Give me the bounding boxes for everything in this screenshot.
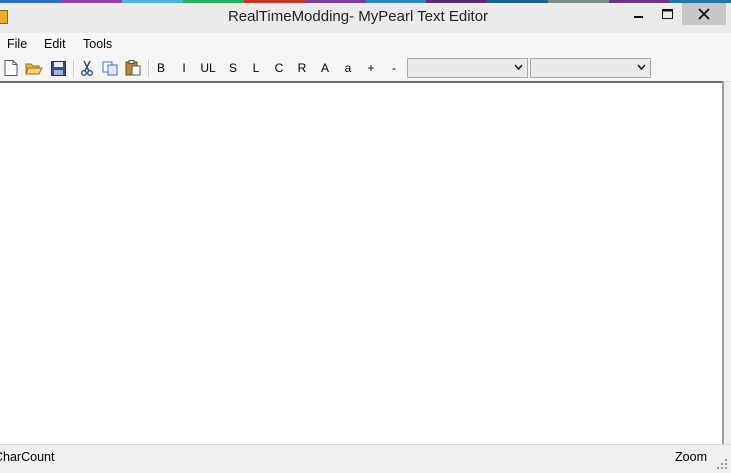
- rich-text-editor[interactable]: [0, 81, 724, 444]
- menu-edit[interactable]: Edit: [44, 37, 66, 51]
- toolbar: B I UL S L C R A a + -: [0, 55, 731, 82]
- copy-button[interactable]: [101, 59, 119, 77]
- font-family-select[interactable]: [407, 58, 528, 78]
- menu-tools[interactable]: Tools: [83, 37, 112, 51]
- chevron-down-icon: [637, 64, 646, 71]
- lowercase-button[interactable]: a: [341, 59, 355, 77]
- strikeout-button[interactable]: S: [226, 59, 240, 77]
- chevron-down-icon: [514, 64, 523, 71]
- menu-file[interactable]: File: [7, 37, 27, 51]
- save-disk-icon: [50, 60, 66, 76]
- char-count-label: CharCount: [0, 450, 55, 464]
- close-icon: [698, 8, 710, 20]
- menu-bar: File Edit Tools: [0, 33, 731, 55]
- status-bar: CharCount Zoom: [0, 444, 731, 473]
- underline-button[interactable]: UL: [198, 59, 218, 77]
- window-title: RealTimeModding- MyPearl Text Editor: [227, 8, 489, 25]
- open-button[interactable]: [25, 59, 43, 77]
- minimize-icon: [634, 16, 643, 18]
- maximize-icon: [661, 9, 673, 19]
- open-folder-icon: [25, 63, 43, 74]
- uppercase-button[interactable]: A: [318, 59, 332, 77]
- italic-button[interactable]: I: [177, 59, 191, 77]
- new-button[interactable]: [3, 59, 19, 77]
- align-left-button[interactable]: L: [249, 59, 263, 77]
- editor-border: [722, 81, 724, 444]
- editor-content[interactable]: [0, 83, 724, 87]
- minimize-button[interactable]: [624, 3, 654, 25]
- toolbar-separator: [148, 60, 150, 77]
- toolbar-separator: [73, 60, 75, 77]
- increase-font-button[interactable]: +: [364, 59, 378, 77]
- new-document-icon: [4, 60, 18, 76]
- close-button[interactable]: [682, 3, 726, 25]
- decrease-font-button[interactable]: -: [387, 59, 401, 77]
- copy-icon: [102, 61, 117, 75]
- resize-grip-icon[interactable]: [716, 458, 728, 470]
- align-center-button[interactable]: C: [272, 59, 286, 77]
- align-right-button[interactable]: R: [295, 59, 309, 77]
- paste-button[interactable]: [124, 59, 142, 77]
- maximize-button[interactable]: [652, 3, 682, 25]
- title-bar[interactable]: RealTimeModding- MyPearl Text Editor: [0, 3, 731, 33]
- save-button[interactable]: [50, 59, 66, 77]
- bold-button[interactable]: B: [154, 59, 168, 77]
- zoom-label: Zoom: [675, 450, 707, 464]
- font-size-select[interactable]: [530, 58, 651, 78]
- paste-clipboard-icon: [125, 60, 140, 76]
- cut-scissors-icon: [81, 60, 93, 76]
- cut-button[interactable]: [79, 59, 95, 77]
